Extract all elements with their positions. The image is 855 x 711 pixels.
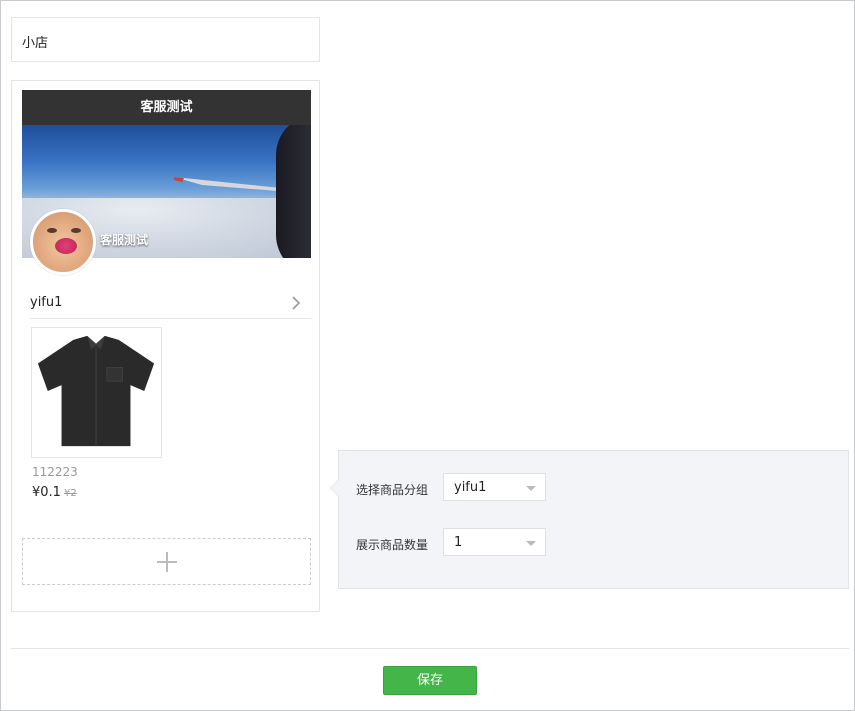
group-select-value: yifu1 (454, 480, 487, 495)
airplane-window-edge (276, 125, 311, 258)
shop-title: 小店 (22, 36, 49, 51)
page-frame: 小店 客服测试 客服测试 yifu1 112223 ¥0.1 ¥2 选择商品分组… (0, 0, 855, 711)
panel-pointer-inner (331, 480, 339, 496)
group-row-label: yifu1 (30, 295, 63, 310)
shirt-icon (37, 335, 155, 447)
product-image[interactable] (31, 327, 162, 458)
chevron-right-icon (292, 296, 301, 310)
avatar-eye-right (71, 228, 81, 233)
store-preview: 客服测试 客服测试 yifu1 112223 ¥0.1 ¥2 (11, 80, 320, 612)
plus-icon (157, 552, 177, 572)
group-select[interactable]: yifu1 (443, 473, 546, 501)
avatar-lips (55, 238, 77, 254)
chevron-down-icon (526, 486, 536, 491)
group-select-label: 选择商品分组 (356, 483, 429, 497)
save-button[interactable]: 保存 (383, 666, 477, 695)
shop-title-box[interactable]: 小店 (11, 17, 320, 62)
count-select[interactable]: 1 (443, 528, 546, 556)
avatar (30, 209, 96, 275)
count-select-value: 1 (454, 535, 463, 550)
group-row[interactable]: yifu1 (30, 289, 311, 319)
product-price: ¥0.1 (32, 485, 61, 500)
count-select-label: 展示商品数量 (356, 538, 429, 552)
chevron-down-icon (526, 541, 536, 546)
preview-header-title: 客服测试 (22, 90, 311, 125)
add-product-box[interactable] (22, 538, 311, 585)
product-old-price: ¥2 (64, 488, 77, 499)
airplane-wing-graphic (174, 177, 290, 192)
footer-divider (11, 648, 849, 649)
shop-name-overlay: 客服测试 (100, 233, 149, 247)
settings-panel: 选择商品分组 yifu1 展示商品数量 1 (330, 450, 849, 589)
avatar-eye-left (47, 228, 57, 233)
product-code: 112223 (32, 465, 78, 479)
